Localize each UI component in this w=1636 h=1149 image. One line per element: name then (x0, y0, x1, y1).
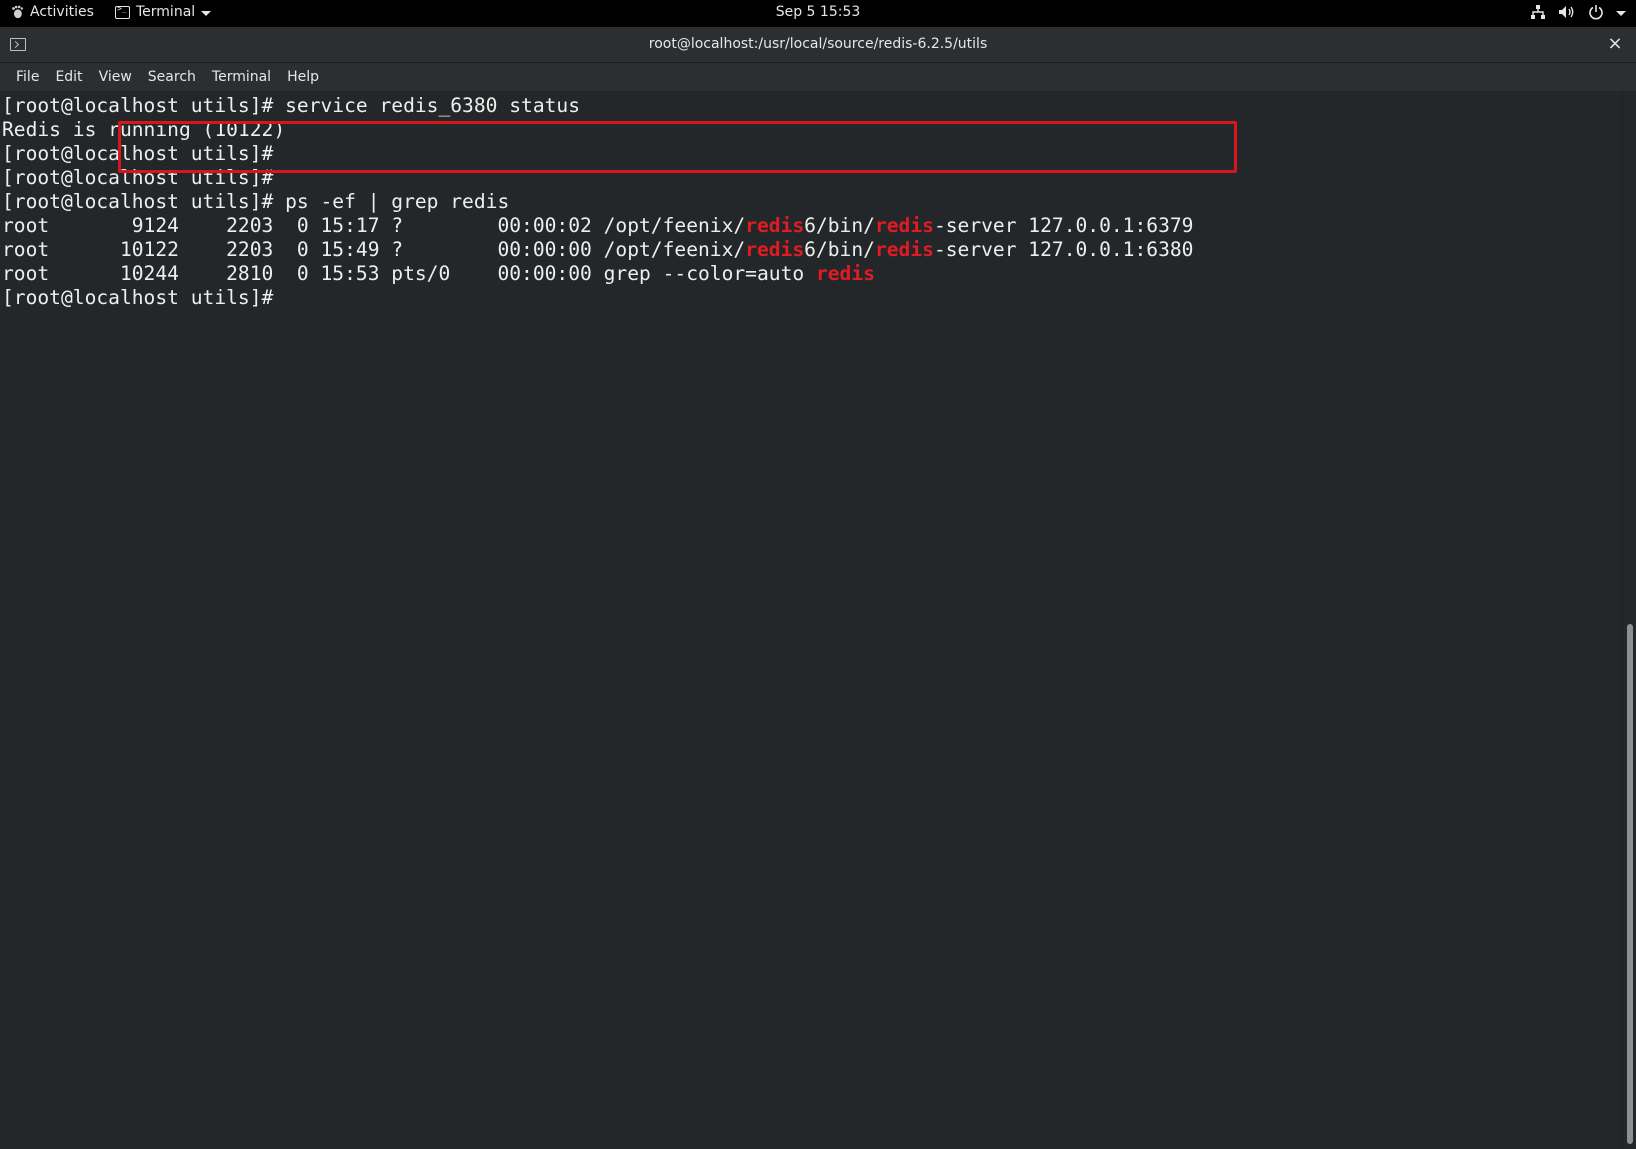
grep-match-highlight: redis (745, 214, 805, 237)
terminal-text: 6/bin/ (804, 214, 875, 237)
menu-file[interactable]: File (8, 69, 47, 85)
terminal-text: Redis is running (10122) (2, 118, 286, 141)
terminal-text: [root@localhost utils]# (2, 286, 286, 309)
clock[interactable]: Sep 5 15:53 (776, 4, 861, 20)
terminal-line: root 9124 2203 0 15:17 ? 00:00:02 /opt/f… (2, 214, 1622, 238)
terminal-text: [root@localhost utils]# service redis_63… (2, 94, 581, 117)
terminal-line: Redis is running (10122) (2, 118, 1622, 142)
window-title: root@localhost:/usr/local/source/redis-6… (648, 36, 988, 52)
menu-bar: File Edit View Search Terminal Help (0, 63, 1636, 91)
activities-label: Activities (30, 4, 94, 20)
close-button[interactable]: × (1604, 33, 1626, 55)
activities-button[interactable]: Activities (10, 4, 94, 20)
menu-edit[interactable]: Edit (47, 69, 90, 85)
terminal-text: [root@localhost utils]# ps -ef | grep re… (2, 190, 510, 213)
terminal-line: root 10122 2203 0 15:49 ? 00:00:00 /opt/… (2, 238, 1622, 262)
grep-match-highlight: redis (815, 262, 875, 285)
terminal-text: root 10122 2203 0 15:49 ? 00:00:00 /opt/… (2, 238, 746, 261)
terminal-line: [root@localhost utils]# (2, 286, 1622, 310)
menu-help[interactable]: Help (279, 69, 327, 85)
terminal-line: [root@localhost utils]# ps -ef | grep re… (2, 190, 1622, 214)
menu-search[interactable]: Search (140, 69, 204, 85)
close-icon: × (1607, 33, 1623, 54)
system-status-area[interactable] (1530, 4, 1626, 20)
chevron-down-icon (201, 10, 212, 16)
gnome-top-bar: Activities Terminal Sep 5 15:53 (0, 0, 1636, 27)
clock-container: Sep 5 15:53 (0, 4, 1636, 20)
app-menu-label: Terminal (136, 4, 196, 20)
menu-view[interactable]: View (91, 69, 140, 85)
terminal-line: [root@localhost utils]# (2, 166, 1622, 190)
gnome-foot-icon (12, 5, 24, 19)
terminal-line: [root@localhost utils]# service redis_63… (2, 94, 1622, 118)
scrollbar-thumb[interactable] (1627, 624, 1633, 1144)
terminal-text: 6/bin/ (804, 238, 875, 261)
app-menu-terminal[interactable]: Terminal (115, 4, 212, 20)
chevron-down-icon (1616, 10, 1626, 16)
terminal-text: -server 127.0.0.1:6379 (933, 214, 1194, 237)
power-icon (1589, 5, 1603, 20)
terminal-line: [root@localhost utils]# (2, 142, 1622, 166)
terminal-text: [root@localhost utils]# (2, 142, 274, 165)
terminal-text: root 9124 2203 0 15:17 ? 00:00:02 /opt/f… (2, 214, 746, 237)
menu-terminal[interactable]: Terminal (204, 69, 279, 85)
volume-icon (1559, 6, 1574, 18)
terminal-app-icon (115, 4, 130, 19)
grep-match-highlight: redis (874, 214, 934, 237)
terminal-text: -server 127.0.0.1:6380 (933, 238, 1194, 261)
vertical-scrollbar[interactable] (1622, 91, 1636, 1149)
grep-match-highlight: redis (745, 238, 805, 261)
window-title-bar[interactable]: root@localhost:/usr/local/source/redis-6… (0, 27, 1636, 63)
network-icon (1531, 5, 1545, 19)
terminal-line: root 10244 2810 0 15:53 pts/0 00:00:00 g… (2, 262, 1622, 286)
terminal-output[interactable]: [root@localhost utils]# service redis_63… (0, 91, 1622, 1149)
terminal-text: root 10244 2810 0 15:53 pts/0 00:00:00 g… (2, 262, 816, 285)
terminal-text: [root@localhost utils]# (2, 166, 274, 189)
grep-match-highlight: redis (874, 238, 934, 261)
